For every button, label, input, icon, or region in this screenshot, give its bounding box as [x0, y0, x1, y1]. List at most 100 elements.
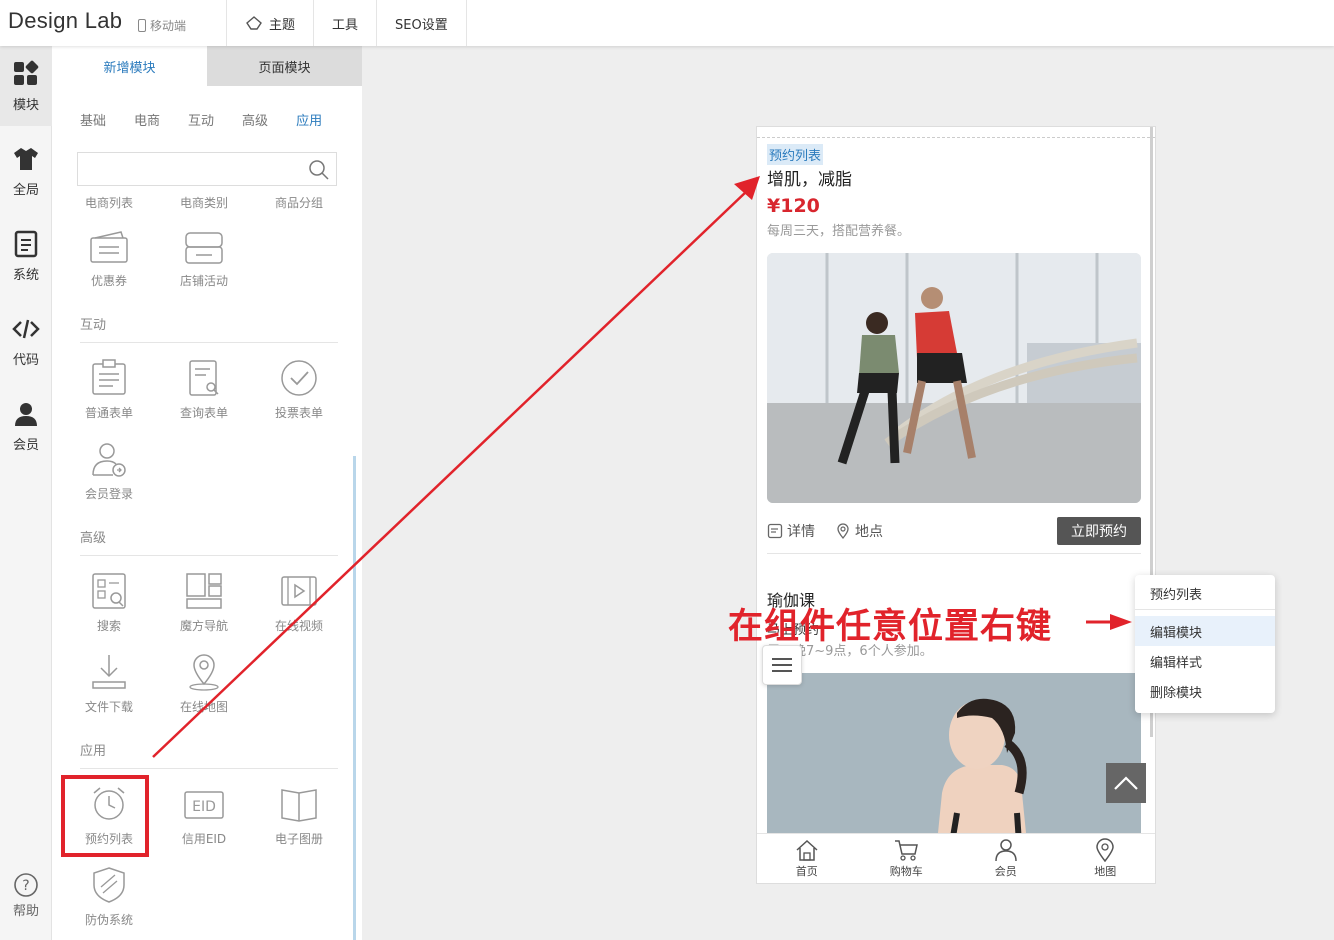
module-anti-fake[interactable]: 防伪系统: [72, 865, 146, 928]
module-query-form[interactable]: 查询表单: [167, 358, 241, 421]
shield-icon: [93, 867, 125, 903]
module-e-album[interactable]: 电子图册: [262, 784, 336, 847]
menu-line: [772, 658, 792, 660]
module-vote-form-label: 投票表单: [274, 406, 323, 420]
bottom-nav-member-label: 会员: [994, 865, 1017, 878]
sidebar-item-member-label: 会员: [12, 437, 39, 453]
book-now-button[interactable]: 立即预约: [1057, 517, 1141, 545]
bottom-nav: 首页 购物车 会员 地图: [757, 833, 1155, 883]
context-menu-divider: [1135, 609, 1275, 610]
sidebar-item-code-label: 代码: [12, 352, 39, 368]
card2-photo[interactable]: [767, 673, 1141, 843]
bottom-nav-member[interactable]: 会员: [956, 834, 1056, 883]
details-label: 详情: [787, 524, 815, 540]
subtab-ecommerce[interactable]: 电商: [134, 110, 160, 129]
tab-add-module[interactable]: 新增模块: [52, 46, 207, 86]
topnav-theme[interactable]: 主题: [226, 0, 313, 46]
sidebar-item-global[interactable]: 全局: [0, 131, 52, 211]
module-e-album-label: 电子图册: [274, 832, 323, 846]
section-interactive-title: 互动: [80, 314, 338, 343]
member-login-icon: [92, 443, 126, 477]
module-search[interactable]: 搜索: [72, 571, 146, 634]
subtab-advanced[interactable]: 高级: [242, 110, 268, 129]
menu-line: [772, 664, 792, 666]
code-icon: [12, 319, 40, 338]
sidebar-item-code[interactable]: 代码: [0, 301, 52, 381]
bottom-nav-cart[interactable]: 购物车: [857, 834, 957, 883]
search-module-icon: [92, 573, 126, 609]
context-menu: 预约列表 编辑模块 编辑样式 删除模块: [1135, 575, 1275, 713]
module-online-map[interactable]: 在线地图: [167, 652, 241, 715]
module-coupon-label: 优惠券: [90, 274, 127, 288]
module-credit-eid[interactable]: EID 信用EID: [167, 784, 241, 847]
subtab-apps[interactable]: 应用: [296, 110, 322, 129]
card1-title: 增肌，减脂: [767, 170, 852, 190]
mobile-preview: 预约列表 增肌，减脂 ¥120 每周三天，搭配营养餐。 详情 地点 立即预约 瑜…: [756, 126, 1156, 884]
context-edit-style[interactable]: 编辑样式: [1135, 646, 1275, 676]
card-divider: [767, 553, 1141, 554]
details-link[interactable]: 详情: [767, 521, 815, 541]
module-query-form-label: 查询表单: [179, 406, 228, 420]
location-link[interactable]: 地点: [835, 521, 883, 541]
menu-button[interactable]: [762, 645, 802, 685]
topnav-seo[interactable]: SEO设置: [376, 0, 467, 46]
sidebar-item-system[interactable]: 系统: [0, 216, 52, 296]
check-circle-icon: [281, 360, 317, 396]
device-label: 移动端: [150, 19, 187, 33]
chevron-up-icon: [1114, 776, 1138, 790]
context-delete-module[interactable]: 删除模块: [1135, 676, 1275, 706]
module-cube-nav[interactable]: 魔方导航: [167, 571, 241, 634]
module-online-map-label: 在线地图: [179, 700, 228, 714]
module-file-download[interactable]: 文件下载: [72, 652, 146, 715]
module-search-input[interactable]: [77, 152, 337, 186]
module-ecom-category[interactable]: 电商类别: [167, 194, 241, 211]
topnav-tools[interactable]: 工具: [313, 0, 376, 46]
help-label: 帮助: [12, 904, 39, 919]
book-icon: [281, 789, 317, 822]
search-icon[interactable]: [308, 159, 330, 181]
module-coupon[interactable]: 优惠券: [72, 230, 146, 289]
video-icon: [281, 576, 317, 606]
theme-icon: [246, 16, 262, 30]
details-icon: [767, 523, 783, 539]
highlight-box: [61, 775, 149, 857]
module-product-group[interactable]: 商品分组: [262, 194, 336, 211]
svg-text:?: ?: [22, 878, 29, 894]
module-normal-form[interactable]: 普通表单: [72, 358, 146, 421]
sidebar-item-modules-label: 模块: [12, 97, 39, 113]
bottom-nav-cart-label: 购物车: [889, 865, 923, 878]
context-edit-module[interactable]: 编辑模块: [1135, 616, 1275, 646]
cube-nav-icon: [186, 573, 222, 609]
bottom-nav-map[interactable]: 地图: [1056, 834, 1156, 883]
home-icon: [796, 839, 818, 861]
subtab-interactive[interactable]: 互动: [188, 110, 214, 129]
form-icon: [92, 359, 126, 395]
card1-actions: 详情 地点 立即预约: [767, 517, 1141, 545]
module-ecom-list[interactable]: 电商列表: [72, 194, 146, 211]
subtab-basic[interactable]: 基础: [80, 110, 106, 129]
module-file-download-label: 文件下载: [84, 700, 133, 714]
module-member-login[interactable]: 会员登录: [72, 439, 146, 502]
card1-photo[interactable]: [767, 253, 1141, 503]
mobile-icon: [138, 19, 146, 32]
topnav-seo-label: SEO设置: [395, 17, 448, 33]
sidebar-item-modules[interactable]: 模块: [0, 46, 52, 126]
selection-outline: [757, 137, 1155, 138]
sidebar-item-member[interactable]: 会员: [0, 386, 52, 466]
panel-scrollbar[interactable]: [353, 456, 356, 940]
tab-page-module[interactable]: 页面模块: [207, 46, 362, 86]
section-apps-title: 应用: [80, 740, 338, 769]
device-toggle[interactable]: 移动端: [138, 17, 186, 34]
card1-price: ¥120: [767, 195, 820, 217]
section-advanced-title: 高级: [80, 527, 338, 556]
back-to-top-button[interactable]: [1106, 763, 1146, 803]
yoga-photo: [767, 673, 1141, 843]
sidebar-item-global-label: 全局: [12, 182, 39, 198]
module-shop-activity[interactable]: 店铺活动: [167, 230, 241, 289]
help-button[interactable]: ? 帮助: [0, 872, 52, 919]
download-icon: [92, 655, 126, 689]
module-online-video[interactable]: 在线视频: [262, 571, 336, 634]
module-vote-form[interactable]: 投票表单: [262, 358, 336, 421]
user-icon: [15, 402, 37, 426]
bottom-nav-home[interactable]: 首页: [757, 834, 857, 883]
